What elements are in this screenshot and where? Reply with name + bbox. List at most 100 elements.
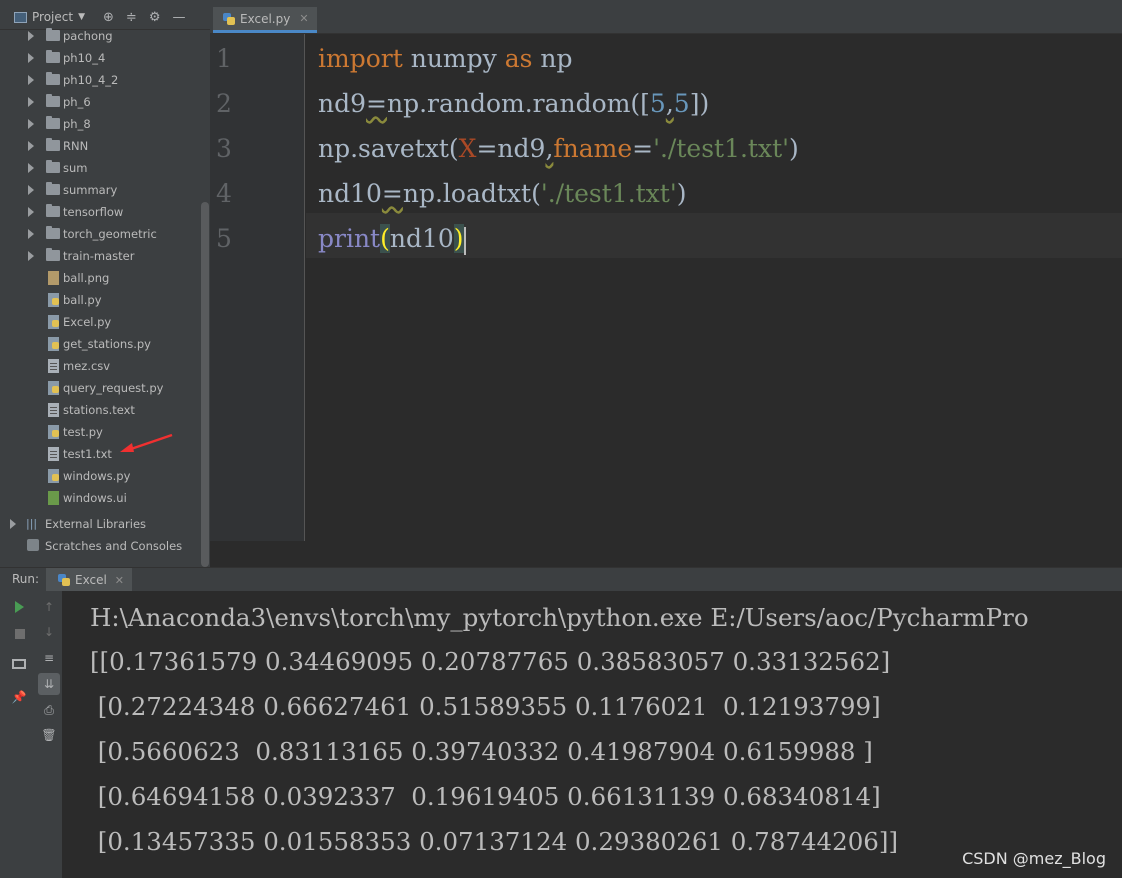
tree-item-label: pachong (63, 29, 113, 43)
tree-item[interactable]: pachong (0, 25, 210, 47)
tree-item[interactable]: windows.py (0, 465, 210, 487)
run-tool-bar: Run: Excel ✕ (0, 567, 1122, 592)
tree-item[interactable]: ph10_4_2 (0, 69, 210, 91)
stop-icon[interactable] (15, 629, 25, 639)
py-file-icon (48, 337, 59, 351)
tree-item-label: torch_geometric (63, 227, 157, 241)
close-icon[interactable]: ✕ (299, 12, 308, 25)
tree-item[interactable]: sum (0, 157, 210, 179)
tree-item[interactable]: tensorflow (0, 201, 210, 223)
line-number-gutter: 1 2 3 4 5 (210, 34, 305, 541)
code-line-1: import numpy as np (318, 44, 573, 73)
line-number: 1 (216, 44, 232, 73)
chevron-right-icon[interactable] (28, 75, 34, 85)
print-icon[interactable]: ⎙ (41, 702, 57, 718)
soft-wrap-icon[interactable]: ≡ (41, 650, 57, 666)
red-arrow-annotation (120, 433, 173, 452)
console-output-line: [[0.17361579 0.34469095 0.20787765 0.385… (90, 647, 891, 676)
tree-item-label: ph10_4 (63, 51, 106, 65)
chevron-right-icon[interactable] (10, 519, 16, 529)
folder-icon (46, 160, 60, 173)
up-arrow-icon[interactable]: ↑ (41, 599, 57, 615)
tree-item[interactable]: ph_6 (0, 91, 210, 113)
folder-icon (46, 138, 60, 151)
chevron-right-icon[interactable] (28, 251, 34, 261)
close-icon[interactable]: ✕ (115, 574, 124, 587)
chevron-right-icon[interactable] (28, 229, 34, 239)
chevron-right-icon[interactable] (28, 31, 34, 41)
tree-item[interactable]: test1.txt (0, 443, 210, 465)
tree-item-label: query_request.py (63, 381, 164, 395)
py-file-icon (48, 293, 59, 307)
py-file-icon (48, 381, 59, 395)
locate-icon[interactable]: ⊕ (103, 10, 114, 25)
ui-file-icon (48, 491, 59, 505)
chevron-right-icon[interactable] (28, 97, 34, 107)
tree-item[interactable]: ph_8 (0, 113, 210, 135)
tree-item-label: Excel.py (63, 315, 112, 329)
trash-icon[interactable]: 🗑 (41, 727, 57, 743)
chevron-right-icon[interactable] (28, 207, 34, 217)
folder-icon (46, 248, 60, 261)
run-console[interactable]: H:\Anaconda3\envs\torch\my_pytorch\pytho… (62, 591, 1122, 878)
txt-file-icon (48, 359, 59, 373)
tree-item-label: ball.py (63, 293, 102, 307)
collapse-icon[interactable]: ≑ (126, 10, 137, 25)
chevron-right-icon[interactable] (28, 185, 34, 195)
tree-item[interactable]: ph10_4 (0, 47, 210, 69)
tree-item-label: tensorflow (63, 205, 124, 219)
tree-item-label: ball.png (63, 271, 110, 285)
tree-item[interactable]: ball.py (0, 289, 210, 311)
console-output-line: [0.64694158 0.0392337 0.19619405 0.66131… (90, 782, 881, 811)
chevron-right-icon[interactable] (28, 163, 34, 173)
gear-icon[interactable]: ⚙ (149, 10, 161, 25)
code-line-5: print(nd10) (318, 224, 466, 255)
tree-item-label: test1.txt (63, 447, 112, 461)
library-icon: ||| (26, 517, 38, 530)
run-tab-label: Excel (75, 573, 107, 587)
tree-item-label: External Libraries (45, 517, 147, 531)
tree-item[interactable]: query_request.py (0, 377, 210, 399)
scroll-to-end-icon[interactable]: ⇊ (38, 673, 60, 695)
tree-item[interactable]: windows.ui (0, 487, 210, 509)
folder-icon (46, 72, 60, 85)
tree-item[interactable]: torch_geometric (0, 223, 210, 245)
code-line-3: np.savetxt(X=nd9,fname='./test1.txt') (318, 134, 799, 163)
rerun-icon[interactable] (15, 601, 24, 613)
tree-item[interactable]: test.py (0, 421, 210, 443)
line-number: 4 (216, 179, 232, 208)
chevron-right-icon[interactable] (28, 53, 34, 63)
tree-item-label: RNN (63, 139, 89, 153)
chevron-right-icon[interactable] (28, 119, 34, 129)
tree-item[interactable]: ball.png (0, 267, 210, 289)
tree-item[interactable]: get_stations.py (0, 333, 210, 355)
tree-item-scratches[interactable]: Scratches and Consoles (0, 535, 210, 557)
tree-item-external-libraries[interactable]: ||| External Libraries (0, 513, 210, 535)
line-number: 5 (216, 224, 232, 253)
tree-item[interactable]: summary (0, 179, 210, 201)
hide-icon[interactable]: — (172, 10, 185, 25)
layout-icon[interactable] (12, 659, 26, 669)
folder-icon (46, 226, 60, 239)
tree-item-label: ph_6 (63, 95, 91, 109)
folder-icon (46, 94, 60, 107)
tab-excel-py[interactable]: Excel.py ✕ (213, 7, 317, 33)
chevron-right-icon[interactable] (28, 141, 34, 151)
tree-item-label: Scratches and Consoles (45, 539, 183, 553)
line-number: 3 (216, 134, 232, 163)
chevron-down-icon: ▼ (78, 12, 85, 22)
tree-item-label: windows.py (63, 469, 131, 483)
tree-item[interactable]: mez.csv (0, 355, 210, 377)
run-tab-excel[interactable]: Excel ✕ (46, 568, 133, 592)
tree-item[interactable]: stations.text (0, 399, 210, 421)
down-arrow-icon[interactable]: ↓ (41, 624, 57, 640)
project-view-selector[interactable]: Project ▼ (14, 10, 85, 24)
tree-item[interactable]: train-master (0, 245, 210, 267)
pin-icon[interactable]: 📌 (11, 689, 27, 705)
code-editor[interactable]: 1 2 3 4 5 import numpy as np nd9=np.rand… (210, 34, 1122, 541)
tree-item[interactable]: RNN (0, 135, 210, 157)
tree-item[interactable]: Excel.py (0, 311, 210, 333)
project-tree: pachong ph10_4 ph10_4_2 ph_6 ph_8 RNN sum summa… (0, 25, 210, 509)
project-scrollbar[interactable] (201, 202, 209, 567)
tab-label: Excel.py (240, 11, 291, 26)
